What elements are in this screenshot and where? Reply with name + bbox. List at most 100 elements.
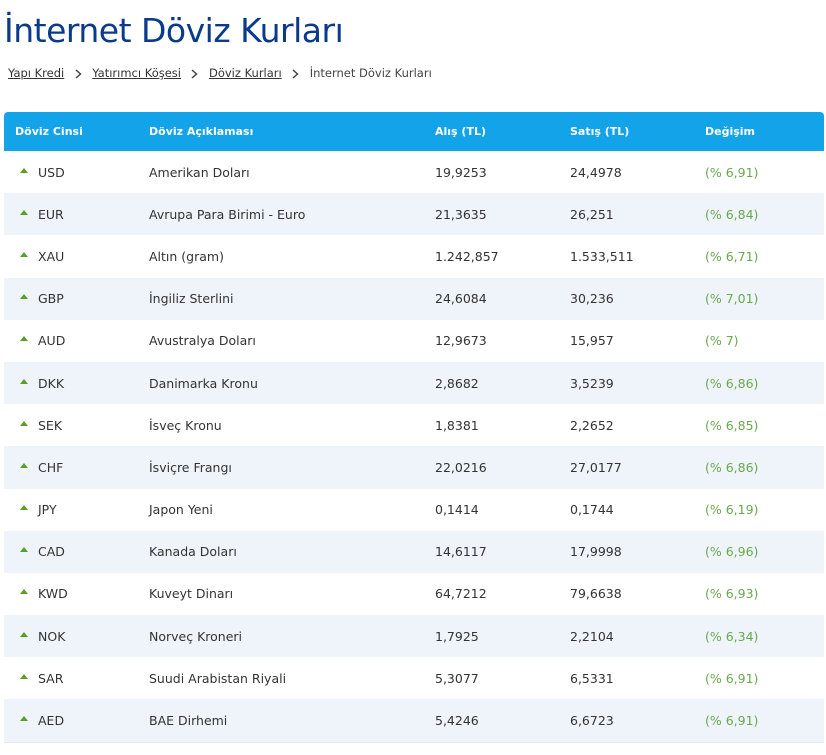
breadcrumb-current: İnternet Döviz Kurları xyxy=(309,66,432,80)
cell-currency-code: AUD xyxy=(4,333,149,348)
cell-buy-rate: 2,8682 xyxy=(435,375,479,391)
currency-code: CAD xyxy=(38,544,65,560)
cell-buy-rate: 22,0216 xyxy=(435,459,487,475)
cell-sell-rate: 15,957 xyxy=(570,333,614,349)
table-row: SAR Suudi Arabistan Riyali 5,3077 6,5331 (% … xyxy=(4,657,824,700)
triangle-up-icon xyxy=(20,631,28,637)
currency-code: KWD xyxy=(38,586,68,602)
cell-currency-code: CHF xyxy=(4,460,149,475)
table-row: SEK İsveç Kronu 1,8381 2,2652 (% 6,85) xyxy=(4,404,824,447)
cell-sell-rate: 26,251 xyxy=(570,206,614,222)
triangle-up-icon xyxy=(20,167,28,173)
cell-currency-code: SAR xyxy=(4,671,149,686)
cell-change: (% 6,91) xyxy=(705,713,759,729)
cell-currency-description: BAE Dirhemi xyxy=(149,713,228,729)
cell-currency-description: İngiliz Sterlini xyxy=(149,291,234,307)
table-row: CHF İsviçre Frangı 22,0216 27,0177 (% 6,86) xyxy=(4,446,824,489)
header-change[interactable]: Değişim xyxy=(705,125,824,138)
chevron-right-icon xyxy=(282,66,310,80)
cell-currency-description: Danimarka Kronu xyxy=(149,375,258,391)
currency-code: SEK xyxy=(38,417,63,433)
cell-sell-rate: 24,4978 xyxy=(570,164,622,180)
cell-sell-rate: 17,9998 xyxy=(570,544,622,560)
currency-code: USD xyxy=(38,164,65,180)
breadcrumb-link-yatirimci-kosesi[interactable]: Yatırımcı Köşesi xyxy=(92,66,181,80)
cell-currency-description: Kanada Doları xyxy=(149,544,237,560)
triangle-up-icon xyxy=(20,547,28,553)
cell-currency-code: NOK xyxy=(4,629,149,644)
chevron-right-icon xyxy=(181,66,209,80)
cell-sell-rate: 3,5239 xyxy=(570,375,614,391)
currency-code: JPY xyxy=(38,502,57,518)
cell-change: (% 6,85) xyxy=(705,417,759,433)
table-row: CAD Kanada Doları 14,6117 17,9998 (% 6,96) xyxy=(4,530,824,573)
cell-currency-description: Japon Yeni xyxy=(149,502,213,518)
cell-sell-rate: 2,2652 xyxy=(570,417,614,433)
triangle-up-icon xyxy=(20,294,28,300)
table-row: NOK Norveç Kroneri 1,7925 2,2104 (% 6,34) xyxy=(4,615,824,658)
cell-sell-rate: 1.533,511 xyxy=(570,248,634,264)
cell-currency-code: KWD xyxy=(4,586,149,601)
cell-currency-description: Norveç Kroneri xyxy=(149,628,243,644)
cell-currency-code: CAD xyxy=(4,544,149,559)
triangle-up-icon xyxy=(20,336,28,342)
triangle-up-icon xyxy=(20,673,28,679)
currency-code: CHF xyxy=(38,459,64,475)
triangle-up-icon xyxy=(20,505,28,511)
cell-sell-rate: 6,5331 xyxy=(570,670,614,686)
cell-buy-rate: 1,7925 xyxy=(435,628,479,644)
cell-currency-code: USD xyxy=(4,165,149,180)
cell-sell-rate: 30,236 xyxy=(570,291,614,307)
cell-currency-description: İsviçre Frangı xyxy=(149,459,232,475)
cell-currency-description: Altın (gram) xyxy=(149,248,224,264)
cell-sell-rate: 0,1744 xyxy=(570,502,614,518)
cell-buy-rate: 64,7212 xyxy=(435,586,487,602)
table-row: KWD Kuveyt Dinarı 64,7212 79,6638 (% 6,93) xyxy=(4,572,824,616)
cell-currency-code: EUR xyxy=(4,207,149,222)
cell-sell-rate: 27,0177 xyxy=(570,459,622,475)
table-row: AUD Avustralya Doları 12,9673 15,957 (% 7) xyxy=(4,319,824,362)
header-sell-rate[interactable]: Satış (TL) xyxy=(570,125,705,138)
header-currency-code[interactable]: Döviz Cinsi xyxy=(4,125,149,138)
cell-buy-rate: 1,8381 xyxy=(435,417,479,433)
currency-code: AED xyxy=(38,713,65,729)
chevron-right-icon xyxy=(64,66,92,80)
header-currency-description[interactable]: Döviz Açıklaması xyxy=(149,125,435,138)
cell-sell-rate: 2,2104 xyxy=(570,628,614,644)
currency-rates-table: Döviz Cinsi Döviz Açıklaması Alış (TL) S… xyxy=(4,112,824,743)
cell-change: (% 6,71) xyxy=(705,248,759,264)
triangle-up-icon xyxy=(20,716,28,722)
header-buy-rate[interactable]: Alış (TL) xyxy=(435,125,570,138)
cell-currency-description: İsveç Kronu xyxy=(149,417,222,433)
breadcrumb-link-yapi-kredi[interactable]: Yapı Kredi xyxy=(8,66,64,80)
triangle-up-icon xyxy=(20,251,28,257)
cell-buy-rate: 12,9673 xyxy=(435,333,487,349)
cell-change: (% 6,93) xyxy=(705,586,759,602)
breadcrumb-link-doviz-kurlari[interactable]: Döviz Kurları xyxy=(209,66,282,80)
cell-buy-rate: 5,3077 xyxy=(435,670,479,686)
cell-change: (% 6,86) xyxy=(705,459,759,475)
cell-change: (% 6,91) xyxy=(705,164,759,180)
cell-buy-rate: 21,3635 xyxy=(435,206,487,222)
cell-change: (% 6,91) xyxy=(705,670,759,686)
cell-buy-rate: 14,6117 xyxy=(435,544,487,560)
cell-buy-rate: 19,9253 xyxy=(435,164,487,180)
cell-change: (% 6,84) xyxy=(705,206,759,222)
table-row: DKK Danimarka Kronu 2,8682 3,5239 (% 6,86) xyxy=(4,361,824,405)
cell-currency-description: Suudi Arabistan Riyali xyxy=(149,670,287,686)
triangle-up-icon xyxy=(20,378,28,384)
triangle-up-icon xyxy=(20,462,28,468)
currency-code: NOK xyxy=(38,628,66,644)
table-body: USD Amerikan Doları 19,9253 24,4978 (% 6,91)… xyxy=(4,151,824,742)
cell-currency-code: XAU xyxy=(4,249,149,264)
cell-currency-code: GBP xyxy=(4,291,149,306)
cell-change: (% 7) xyxy=(705,333,739,349)
cell-change: (% 6,19) xyxy=(705,502,759,518)
cell-change: (% 6,96) xyxy=(705,544,759,560)
table-row: USD Amerikan Doları 19,9253 24,4978 (% 6,91) xyxy=(4,151,824,194)
table-row: GBP İngiliz Sterlini 24,6084 30,236 (% 7,01) xyxy=(4,277,824,320)
cell-currency-description: Avustralya Doları xyxy=(149,333,256,349)
cell-sell-rate: 6,6723 xyxy=(570,713,614,729)
currency-code: SAR xyxy=(38,670,64,686)
cell-currency-code: JPY xyxy=(4,502,149,517)
